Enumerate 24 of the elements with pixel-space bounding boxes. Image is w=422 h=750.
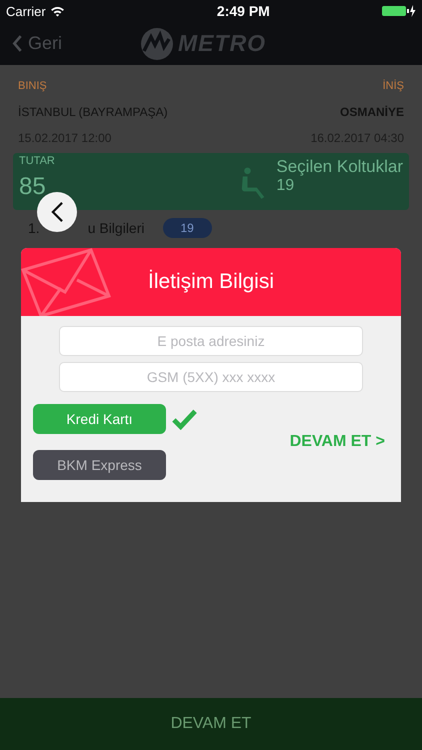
chevron-left-icon	[50, 201, 64, 223]
dialog-title: İletişim Bilgisi	[148, 270, 274, 294]
check-icon	[172, 408, 197, 430]
payment-method-button[interactable]: Kredi Kartı	[33, 404, 166, 434]
seats-value: 19	[276, 177, 296, 195]
payment-method-button[interactable]: BKM Express	[33, 450, 166, 480]
seat-badge: 19	[162, 218, 212, 238]
envelope-icon	[21, 248, 111, 316]
clock-text: 2:49 PM	[216, 3, 270, 19]
input-field[interactable]: GSM (5XX) xxx xxxx	[59, 362, 363, 392]
input-field[interactable]: E posta adresiniz	[59, 326, 363, 356]
departure-label: BINIŞ	[18, 80, 47, 92]
continue-button[interactable]: DEVAM ET	[0, 698, 422, 750]
logo-icon	[140, 26, 174, 60]
price-label: TUTAR	[19, 155, 56, 167]
battery-icon	[382, 5, 416, 17]
back-button[interactable]: Geri	[12, 33, 62, 54]
price-value: 85	[19, 173, 47, 201]
chevron-left-icon	[12, 34, 23, 53]
wifi-icon	[50, 6, 65, 16]
seats-label: Seçilen Koltuklar	[276, 157, 403, 177]
carrier-text: Carrier	[6, 4, 46, 18]
continue-link[interactable]: DEVAM ET >	[290, 433, 385, 451]
arrival-label: İNİŞ	[382, 80, 404, 92]
